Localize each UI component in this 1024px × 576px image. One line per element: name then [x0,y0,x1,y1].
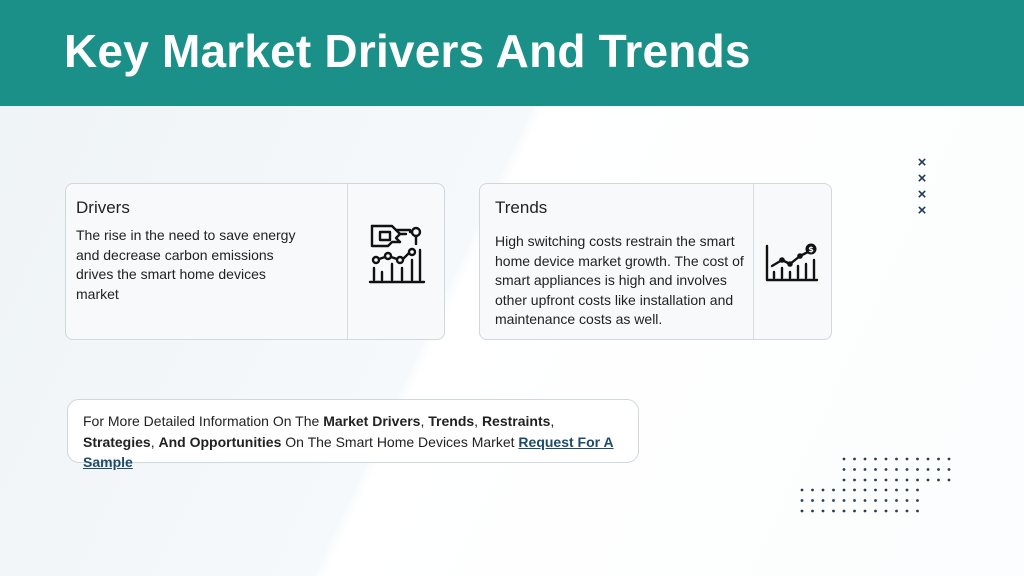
info-opportunities: And Opportunities [158,433,282,450]
decor-dot [800,509,804,513]
drivers-divider [347,184,348,339]
decor-dot [821,488,825,492]
decor-dot [853,478,856,482]
smart-hand-chart-icon [366,220,430,288]
decor-dot [937,457,940,461]
x-mark-icon: × [917,154,927,171]
decor-dot [884,499,888,502]
trends-divider [753,184,754,339]
decor-dot [905,468,909,471]
decor-dot [863,488,867,492]
info-market-drivers: Market Drivers [323,413,421,429]
info-prefix: For More Detailed Information On The [83,413,324,429]
decor-dot [905,499,909,502]
drivers-title: Drivers [76,198,130,217]
decor-dot [947,468,951,471]
decor-dot [821,509,825,513]
decor-dot [884,468,888,471]
trends-title: Trends [495,198,548,217]
decor-dot [863,499,867,502]
decor-dot [874,478,877,482]
decor-dot [905,509,909,513]
decor-dot [916,488,919,492]
decor-dot [832,488,835,492]
trends-text: High switching costs restrain the smart … [495,233,744,327]
info-box: For More Detailed Information On The Mar… [67,399,639,470]
decor-dot [884,457,888,461]
page-title: Key Market Drivers And Trends [64,25,751,77]
decor-dot [853,499,856,502]
decor-dot [947,457,951,461]
decor-dot [853,488,856,492]
decor-dot [884,488,888,492]
decor-dot [884,478,888,482]
header-bar: Key Market Drivers And Trends [0,0,1024,106]
decor-dot [926,457,930,461]
x-mark-icon: × [917,170,927,187]
drivers-card: Drivers The rise in the need to save ene… [65,183,445,340]
decor-dot [842,478,846,482]
decorative-x-marks: × × × × [914,155,930,219]
decor-dot [937,478,940,482]
decor-dot [926,468,930,471]
decor-dot [853,468,856,471]
decor-dot [916,457,919,461]
decor-dot [863,457,867,461]
decor-dot [895,499,898,502]
info-sep: , [550,413,555,429]
info-text: For More Detailed Information On The Mar… [83,411,643,473]
svg-text:$: $ [808,245,814,254]
decor-dot [853,509,856,513]
decor-dot [874,499,877,502]
x-mark-icon: × [917,202,927,219]
decor-dot [905,457,909,461]
decor-dot [895,457,898,461]
decor-dot [842,457,846,461]
decor-dot [853,457,856,461]
decor-dot [895,468,898,471]
decor-dot [811,509,814,513]
trends-card: Trends High switching costs restrain the… [479,183,832,340]
drivers-text: The rise in the need to save energy and … [76,227,296,302]
info-suffix: On The Smart Home Devices Market [281,433,519,450]
info-strategies: Strategies [83,433,151,450]
decor-dot [800,499,804,502]
decorative-dots-lower [800,488,919,513]
info-restraints: Restraints [481,413,551,429]
decor-dot [916,499,919,502]
decor-dot [905,488,909,492]
decor-dot [863,468,867,471]
decor-dot [874,468,877,471]
decor-dot [874,509,877,513]
decor-dot [895,478,898,482]
decor-dot [947,478,951,482]
money-growth-chart-icon: $ [764,242,820,284]
x-mark-icon: × [917,186,927,203]
decor-dot [937,468,940,471]
decor-dot [916,468,919,471]
decor-dot [821,499,825,502]
decor-dot [842,509,846,513]
decor-dot [842,488,846,492]
decor-dot [926,478,930,482]
info-sep: , [474,413,482,429]
info-trends: Trends [428,413,475,429]
decor-dot [916,478,919,482]
decor-dot [863,478,867,482]
decor-dot [916,509,919,513]
decor-dot [811,499,814,502]
decor-dot [832,509,835,513]
decor-dot [895,509,898,513]
decor-dot [874,488,877,492]
decor-dot [905,478,909,482]
decor-dot [842,499,846,502]
decor-dot [811,488,814,492]
decor-dot [874,457,877,461]
decor-dot [800,488,804,492]
decor-dot [863,509,867,513]
decor-dot [832,499,835,502]
decor-dot [895,488,898,492]
decor-dot [842,468,846,471]
decor-dot [884,509,888,513]
